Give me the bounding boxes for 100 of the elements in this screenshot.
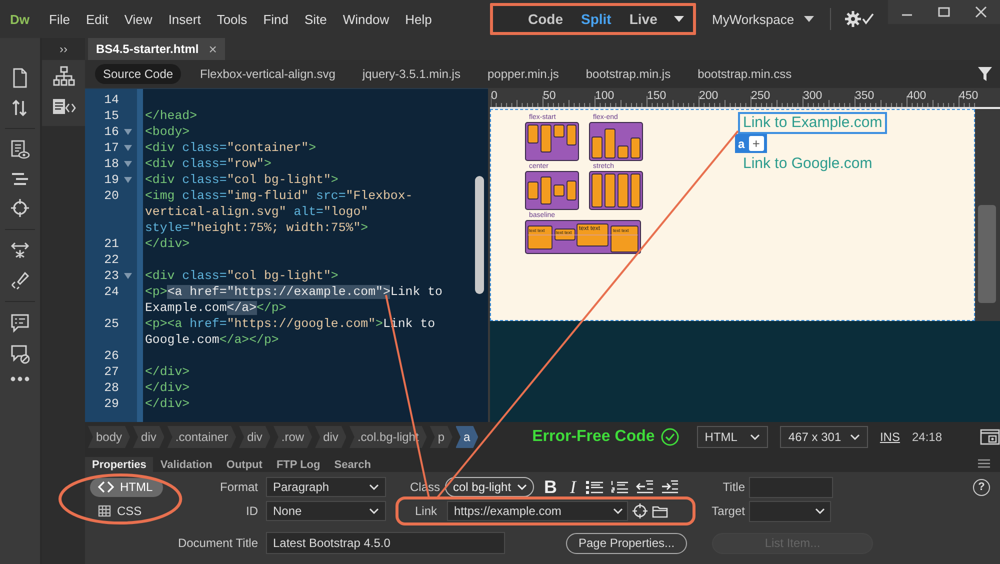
caret-icon: [517, 484, 528, 490]
breadcrumb-tag[interactable]: div: [239, 426, 270, 448]
menu-item[interactable]: View: [117, 12, 160, 26]
view-button[interactable]: Live: [620, 11, 666, 27]
field-label: Title: [722, 480, 745, 494]
related-file-tab[interactable]: Flexbox-vertical-align.svg: [192, 64, 344, 84]
dropdown-caret-icon[interactable]: [674, 16, 684, 22]
panel-tab[interactable]: Output: [219, 457, 270, 472]
breadcrumb-tag[interactable]: body: [88, 426, 130, 448]
related-file-tab[interactable]: bootstrap.min.css: [690, 64, 800, 84]
breadcrumb-tag[interactable]: a: [456, 426, 478, 448]
close-icon[interactable]: [975, 6, 988, 18]
class-dropdown[interactable]: col bg-light: [445, 477, 534, 497]
mode-toggle[interactable]: CSS: [90, 502, 152, 520]
line-number: 24: [103, 284, 119, 300]
menu-icon[interactable]: [978, 459, 990, 468]
flex-panel-drawing: [589, 171, 643, 210]
title-field[interactable]: [749, 476, 833, 498]
bulleted-list-icon[interactable]: [586, 480, 604, 494]
scrollbar-thumb[interactable]: [475, 176, 484, 294]
fold-arrow-icon[interactable]: [124, 273, 132, 279]
outdent-icon[interactable]: [636, 480, 654, 494]
more-icon[interactable]: [10, 375, 30, 383]
scrollbar-thumb[interactable]: [978, 205, 996, 303]
ruler-label: 200: [699, 90, 718, 102]
indent-icon[interactable]: [661, 480, 680, 494]
italic-button[interactable]: I: [567, 476, 580, 498]
breadcrumb-tag[interactable]: div: [315, 426, 346, 448]
numbered-list-icon[interactable]: [611, 480, 630, 494]
breadcrumb-tag[interactable]: div: [133, 426, 164, 448]
target-icon[interactable]: [10, 198, 30, 218]
menu-item[interactable]: Site: [297, 12, 334, 26]
add-button[interactable]: +: [748, 136, 764, 151]
fold-arrow-icon[interactable]: [124, 161, 132, 167]
page-properties-button[interactable]: Page Properties...: [566, 532, 687, 554]
brush-icon[interactable]: [10, 270, 30, 290]
id-dropdown[interactable]: None: [266, 501, 386, 521]
document-tab[interactable]: BS4.5-starter.html ×: [88, 38, 225, 60]
ruler-label: 100: [595, 90, 614, 102]
field-label: ID: [245, 504, 258, 518]
sort-arrows-icon[interactable]: [11, 99, 29, 117]
line-number: 18: [103, 156, 119, 172]
menu-item[interactable]: Insert: [161, 12, 208, 26]
line-number: 22: [103, 252, 119, 268]
help-button[interactable]: ?: [973, 478, 990, 496]
filter-icon[interactable]: [978, 67, 992, 81]
sitemap-icon[interactable]: [52, 66, 74, 86]
fold-arrow-icon[interactable]: [124, 129, 132, 135]
menu-item[interactable]: Window: [336, 12, 396, 26]
breadcrumb-tag[interactable]: .row: [273, 426, 312, 448]
fold-arrow-icon[interactable]: [124, 145, 132, 151]
menu-item[interactable]: Help: [398, 12, 439, 26]
menu-item[interactable]: File: [42, 12, 77, 26]
code-line: </div>: [145, 380, 190, 396]
bold-button[interactable]: B: [541, 476, 560, 498]
panel-tab[interactable]: Search: [327, 457, 378, 472]
document-type-dropdown[interactable]: HTML: [696, 426, 768, 448]
crosshair-icon[interactable]: [632, 503, 648, 519]
line-number: 25: [103, 316, 119, 332]
code-line: <img class="img-fluid" src="Flexbox-: [145, 188, 413, 204]
window-size-dropdown[interactable]: 467 x 301: [780, 426, 868, 448]
panel-tab[interactable]: Properties: [85, 457, 154, 472]
menu-item[interactable]: Edit: [78, 12, 116, 26]
document-code-icon[interactable]: [52, 98, 76, 116]
flex-panel-drawing: [525, 122, 579, 161]
related-file-tab[interactable]: popper.min.js: [479, 64, 567, 84]
close-tab-button[interactable]: ×: [208, 41, 217, 57]
panel-tab[interactable]: Validation: [153, 457, 220, 472]
insert-mode[interactable]: INS: [880, 430, 900, 444]
code-line: </div>: [145, 396, 190, 412]
related-file-tab[interactable]: jquery-3.5.1.min.js: [354, 64, 468, 84]
live-preview-icon[interactable]: [980, 429, 1000, 445]
list-eye-icon[interactable]: [10, 140, 30, 160]
indent-lines-icon[interactable]: [10, 171, 30, 187]
workspace-switcher[interactable]: MyWorkspace: [712, 12, 794, 26]
folder-icon[interactable]: [652, 504, 668, 518]
related-file-tab[interactable]: Source Code: [95, 64, 182, 84]
related-file-tab[interactable]: bootstrap.min.js: [578, 64, 679, 84]
breadcrumb-tag[interactable]: p: [430, 426, 452, 448]
fold-arrow-icon[interactable]: [124, 177, 132, 183]
menu-item[interactable]: Tools: [210, 12, 254, 26]
maximize-icon[interactable]: [938, 6, 950, 18]
view-button[interactable]: Code: [519, 11, 572, 27]
mode-toggle[interactable]: HTML: [90, 478, 163, 496]
link-field[interactable]: https://example.com: [447, 501, 628, 521]
panel-tab[interactable]: FTP Log: [269, 457, 328, 472]
document-title-field[interactable]: Latest Bootstrap 4.5.0: [266, 532, 505, 554]
file-icon[interactable]: [11, 68, 29, 88]
breadcrumb-tag[interactable]: .container: [167, 426, 236, 448]
comment-cancel-icon[interactable]: [10, 344, 30, 364]
menu-item[interactable]: Find: [256, 12, 296, 26]
panel-toggle[interactable]: ››: [60, 42, 68, 56]
gear-check-icon[interactable]: [845, 10, 876, 28]
comment-icon[interactable]: [10, 313, 30, 333]
expand-arrows-icon[interactable]: [10, 241, 30, 259]
code-line: </head>: [145, 108, 198, 124]
view-button[interactable]: Split: [572, 11, 620, 27]
line-number: 27: [103, 364, 119, 380]
code-line: </div>: [145, 236, 190, 252]
format-dropdown[interactable]: Paragraph: [266, 477, 386, 497]
